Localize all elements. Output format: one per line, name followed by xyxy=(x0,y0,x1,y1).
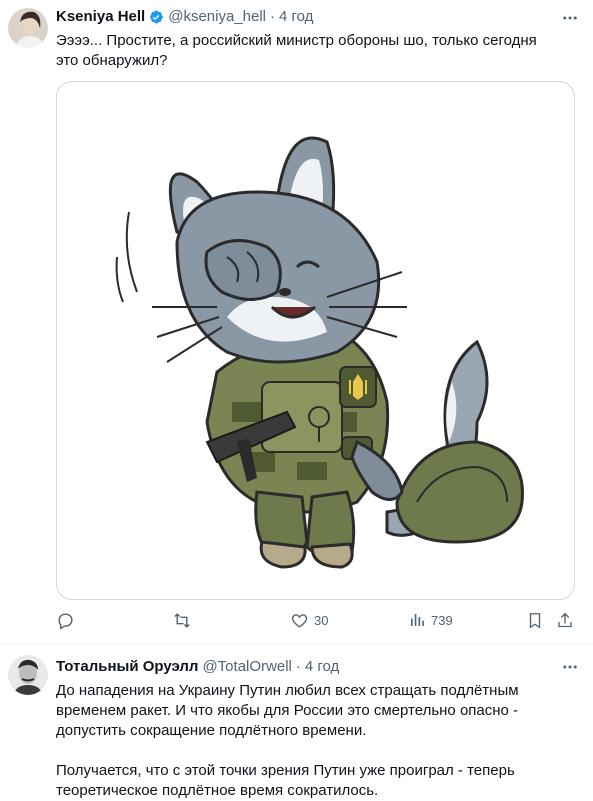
verified-badge-icon xyxy=(150,10,164,23)
tweet-image[interactable] xyxy=(56,81,575,600)
author-name[interactable]: Тотальный Оруэлл xyxy=(56,658,198,675)
like-count: 30 xyxy=(314,613,329,628)
separator-dot: · xyxy=(270,8,275,25)
cat-soldier-illustration xyxy=(115,136,524,569)
more-options-icon[interactable] xyxy=(561,9,579,27)
views-button[interactable]: 739 xyxy=(408,611,453,629)
tweet-timestamp[interactable]: 4 год xyxy=(305,658,339,675)
tweet-text: Ээээ... Простите, а российский министр о… xyxy=(56,32,537,69)
author-handle[interactable]: @kseniya_hell xyxy=(168,8,266,25)
bookmark-button[interactable] xyxy=(526,611,544,630)
reply-button[interactable] xyxy=(56,611,80,630)
reply-icon xyxy=(58,613,73,630)
author-name[interactable]: Kseniya Hell xyxy=(56,8,145,25)
tweet-1-actions: 30 739 xyxy=(0,611,593,631)
author-avatar[interactable] xyxy=(8,8,48,48)
tweet-text: До нападения на Украину Путин любил всех… xyxy=(56,681,566,801)
like-button[interactable]: 30 xyxy=(290,611,328,630)
bookmark-icon xyxy=(529,613,541,629)
more-options-icon[interactable] xyxy=(561,658,579,676)
separator-dot: · xyxy=(295,658,301,675)
tweet-timestamp[interactable]: 4 год xyxy=(279,8,313,25)
tweet-1-header: Kseniya Hell @kseniya_hell · 4 год xyxy=(56,8,313,25)
tweet-2: Тотальный Оруэлл @TotalOrwell · 4 год До… xyxy=(0,645,593,801)
retweet-button[interactable] xyxy=(172,611,197,630)
retweet-icon xyxy=(174,613,190,628)
tweet-paragraph: До нападения на Украину Путин любил всех… xyxy=(56,682,519,739)
tweet-paragraph: Получается, что с этой точки зрения Пути… xyxy=(56,762,515,799)
author-handle[interactable]: @TotalOrwell xyxy=(202,658,291,675)
author-avatar[interactable] xyxy=(8,655,48,695)
views-count: 739 xyxy=(431,612,453,628)
tweet-1: Kseniya Hell @kseniya_hell · 4 год Ээээ.… xyxy=(0,0,593,644)
like-icon xyxy=(291,614,308,628)
share-icon xyxy=(558,612,572,628)
tweet-2-header: Тотальный Оруэлл @TotalOrwell · 4 год xyxy=(56,658,339,675)
views-icon xyxy=(411,614,424,626)
share-button[interactable] xyxy=(556,611,574,630)
